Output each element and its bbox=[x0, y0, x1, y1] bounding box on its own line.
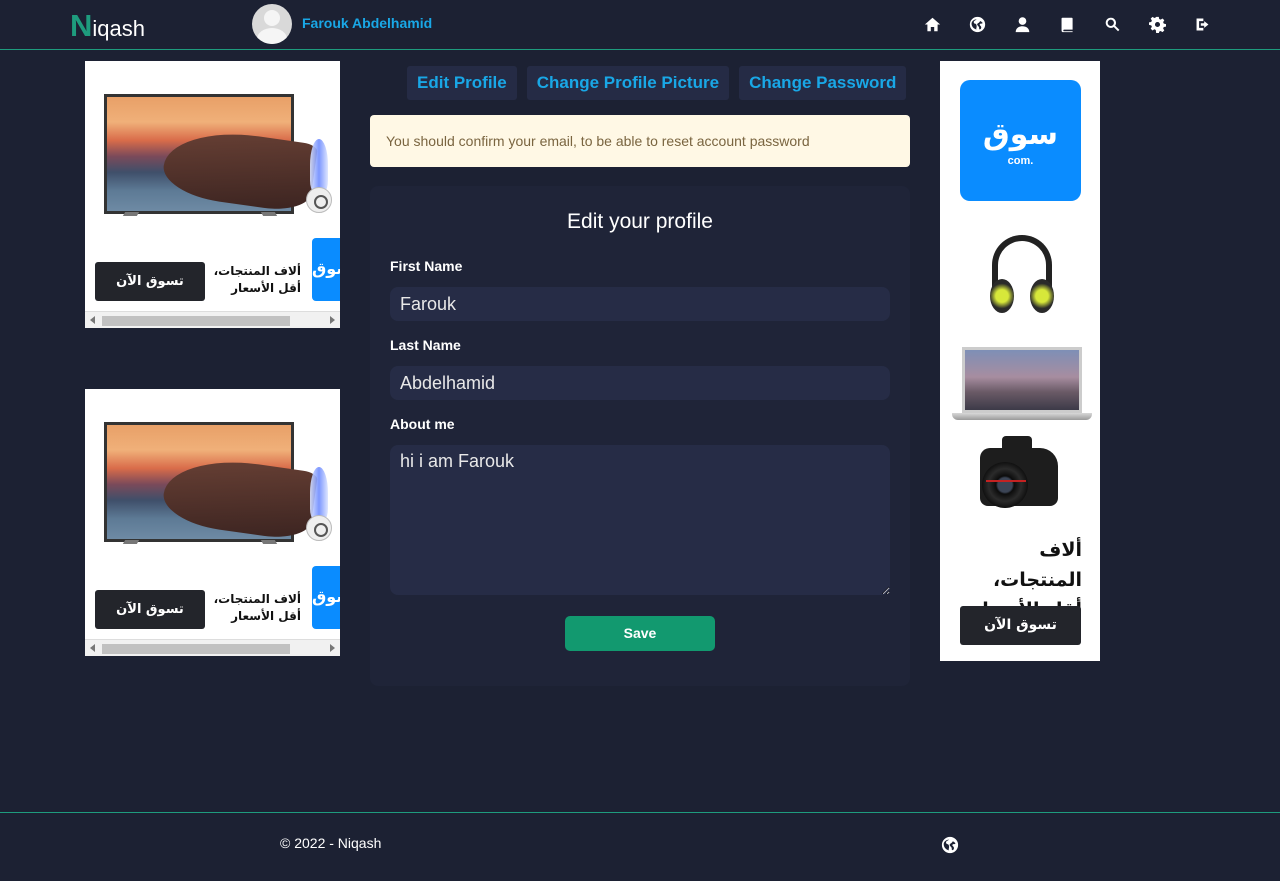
shop-now-button[interactable]: تسوق الآن bbox=[95, 262, 205, 301]
edit-profile-card: Edit your profile First Name Last Name A… bbox=[370, 186, 910, 686]
scrollbar-thumb[interactable] bbox=[102, 316, 290, 326]
speaker-top bbox=[310, 139, 328, 191]
tab-edit-profile[interactable]: Edit Profile bbox=[407, 66, 517, 100]
about-me-textarea[interactable]: hi i am Farouk bbox=[390, 445, 890, 595]
ad-tagline: ألاف المنتجات، أقل الأسعار bbox=[205, 263, 301, 297]
left-ad-banner-2[interactable]: سوق ألاف المنتجات، أقل الأسعار تسوق الآن bbox=[85, 389, 340, 656]
search-icon[interactable] bbox=[1102, 14, 1122, 34]
laptop-screen bbox=[962, 347, 1082, 413]
footer: © 2022 - Niqash bbox=[0, 812, 1280, 881]
ad-tagline-line1: ألاف المنتجات، bbox=[213, 264, 301, 278]
souq-logo: سوق com. bbox=[960, 80, 1081, 201]
home-icon[interactable] bbox=[922, 14, 942, 34]
laptop-base bbox=[952, 413, 1092, 420]
right-ad-banner[interactable]: سوق com. ألاف المنتجات، أقل الأسعار تسوق… bbox=[940, 61, 1100, 661]
tv-stand-left bbox=[122, 212, 140, 216]
about-me-label: About me bbox=[390, 416, 455, 432]
laptop-product-image bbox=[952, 347, 1092, 421]
souq-logo: سوق bbox=[312, 566, 340, 629]
scroll-left-arrow-icon[interactable] bbox=[90, 316, 95, 324]
email-confirmation-alert: You should confirm your email, to be abl… bbox=[370, 115, 910, 167]
logo-letter: N bbox=[70, 8, 93, 43]
ad-tagline-line2: أقل الأسعار bbox=[231, 281, 301, 295]
tv-stand-left bbox=[122, 540, 140, 544]
gear-icon[interactable] bbox=[1147, 14, 1167, 34]
user-avatar[interactable] bbox=[252, 4, 292, 44]
avatar-head-shape bbox=[264, 10, 280, 26]
souq-logo-sub: com. bbox=[1007, 155, 1034, 167]
top-navbar: Niqash Farouk Abdelhamid bbox=[0, 0, 1280, 50]
scrollbar-thumb[interactable] bbox=[102, 644, 290, 654]
camera-accent bbox=[986, 480, 1026, 482]
headphones-cup-right bbox=[1030, 279, 1054, 313]
speaker-product-image bbox=[306, 139, 332, 215]
book-icon[interactable] bbox=[1057, 14, 1077, 34]
horizontal-scrollbar[interactable] bbox=[85, 639, 340, 656]
globe-icon[interactable] bbox=[941, 836, 959, 854]
speaker-base bbox=[306, 515, 332, 541]
ad-tagline: ألاف المنتجات، أقل الأسعار bbox=[205, 591, 301, 625]
tab-change-password[interactable]: Change Password bbox=[739, 66, 907, 100]
scroll-right-arrow-icon[interactable] bbox=[330, 316, 335, 324]
logout-icon[interactable] bbox=[1192, 14, 1212, 34]
first-name-input[interactable] bbox=[390, 287, 890, 321]
card-title: Edit your profile bbox=[567, 210, 713, 233]
tv-stand-right bbox=[260, 540, 278, 544]
scroll-left-arrow-icon[interactable] bbox=[90, 644, 95, 652]
souq-logo: سوق bbox=[312, 238, 340, 301]
shop-now-button[interactable]: تسوق الآن bbox=[95, 590, 205, 629]
profile-tabs: Edit Profile Change Profile Picture Chan… bbox=[407, 66, 907, 100]
shop-now-button[interactable]: تسوق الآن bbox=[960, 606, 1081, 645]
ad-tagline-line1: ألاف المنتجات، bbox=[213, 592, 301, 606]
ad-tagline-line1: ألاف المنتجات، bbox=[992, 539, 1082, 591]
camera-product-image bbox=[980, 434, 1060, 510]
tv-product-image bbox=[104, 94, 319, 216]
left-ad-banner-1[interactable]: سوق ألاف المنتجات، أقل الأسعار تسوق الآن bbox=[85, 61, 340, 328]
scroll-right-arrow-icon[interactable] bbox=[330, 644, 335, 652]
tv-stand-right bbox=[260, 212, 278, 216]
headphones-cup-left bbox=[990, 279, 1014, 313]
last-name-input[interactable] bbox=[390, 366, 890, 400]
nav-icon-bar bbox=[922, 14, 1212, 34]
tab-change-profile-picture[interactable]: Change Profile Picture bbox=[526, 66, 730, 100]
ad-tagline-line2: أقل الأسعار bbox=[231, 609, 301, 623]
tv-product-image bbox=[104, 422, 319, 544]
globe-icon[interactable] bbox=[967, 14, 987, 34]
souq-logo-text: سوق bbox=[982, 118, 1059, 151]
speaker-base bbox=[306, 187, 332, 213]
save-button[interactable]: Save bbox=[565, 616, 715, 651]
user-icon[interactable] bbox=[1012, 14, 1032, 34]
speaker-product-image bbox=[306, 467, 332, 543]
copyright-text: © 2022 - Niqash bbox=[280, 835, 382, 851]
site-logo[interactable]: Niqash bbox=[70, 8, 145, 44]
username-link[interactable]: Farouk Abdelhamid bbox=[302, 15, 432, 31]
first-name-label: First Name bbox=[390, 258, 463, 274]
horizontal-scrollbar[interactable] bbox=[85, 311, 340, 328]
avatar-body-shape bbox=[257, 28, 287, 44]
last-name-label: Last Name bbox=[390, 337, 461, 353]
speaker-top bbox=[310, 467, 328, 519]
logo-text: iqash bbox=[92, 16, 145, 41]
headphones-product-image bbox=[988, 235, 1056, 329]
camera-lens bbox=[982, 462, 1028, 508]
